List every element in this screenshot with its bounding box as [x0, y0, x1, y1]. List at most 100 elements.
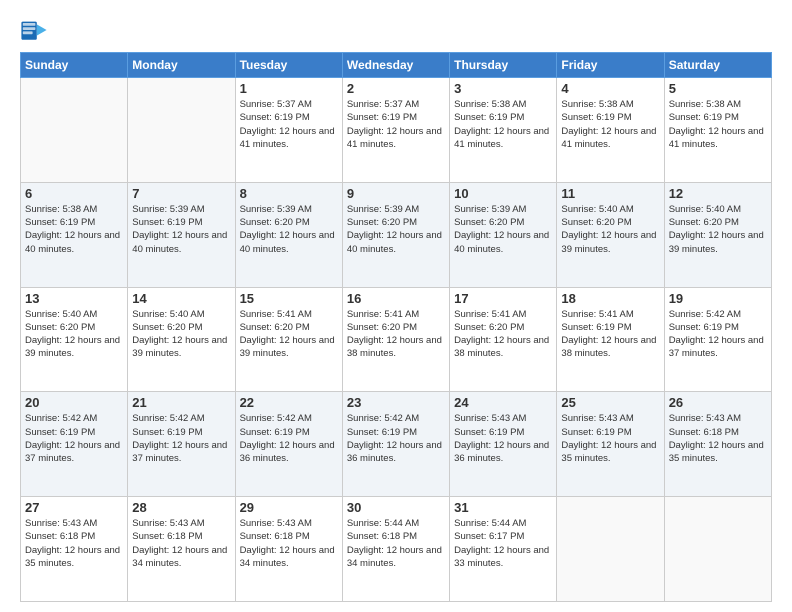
day-number: 14 — [132, 291, 230, 306]
calendar-cell: 8Sunrise: 5:39 AM Sunset: 6:20 PM Daylig… — [235, 182, 342, 287]
calendar-week-row: 1 Sunrise: 5:37 AM Sunset: 6:19 PM Daylig… — [21, 78, 772, 183]
calendar-cell: 16 Sunrise: 5:41 AM Sunset: 6:20 PM Dayli… — [342, 287, 449, 392]
day-number: 21 — [132, 395, 230, 410]
day-info: Sunrise: 5:43 AM Sunset: 6:18 PM Dayligh… — [240, 517, 338, 570]
day-number: 30 — [347, 500, 445, 515]
day-info: Sunrise: 5:42 AM Sunset: 6:19 PM Dayligh… — [669, 308, 767, 361]
calendar-cell: 1 Sunrise: 5:37 AM Sunset: 6:19 PM Daylig… — [235, 78, 342, 183]
day-number: 15 — [240, 291, 338, 306]
calendar-cell: 7 Sunrise: 5:39 AM Sunset: 6:19 PM Daylig… — [128, 182, 235, 287]
day-number: 13 — [25, 291, 123, 306]
day-info: Sunrise: 5:43 AM Sunset: 6:18 PM Dayligh… — [25, 517, 123, 570]
logo-icon — [20, 16, 48, 44]
day-number: 8 — [240, 186, 338, 201]
day-info: Sunrise: 5:44 AM Sunset: 6:18 PM Dayligh… — [347, 517, 445, 570]
day-number: 29 — [240, 500, 338, 515]
day-number: 2 — [347, 81, 445, 96]
day-number: 26 — [669, 395, 767, 410]
calendar-cell: 23Sunrise: 5:42 AM Sunset: 6:19 PM Dayli… — [342, 392, 449, 497]
calendar-cell: 20Sunrise: 5:42 AM Sunset: 6:19 PM Dayli… — [21, 392, 128, 497]
calendar-cell: 10 Sunrise: 5:39 AM Sunset: 6:20 PM Dayli… — [450, 182, 557, 287]
day-info: Sunrise: 5:37 AM Sunset: 6:19 PM Dayligh… — [240, 98, 338, 151]
calendar-cell: 26Sunrise: 5:43 AM Sunset: 6:18 PM Dayli… — [664, 392, 771, 497]
calendar-cell: 18 Sunrise: 5:41 AM Sunset: 6:19 PM Dayli… — [557, 287, 664, 392]
day-info: Sunrise: 5:38 AM Sunset: 6:19 PM Dayligh… — [561, 98, 659, 151]
day-number: 1 — [240, 81, 338, 96]
day-number: 17 — [454, 291, 552, 306]
calendar-week-row: 27 Sunrise: 5:43 AM Sunset: 6:18 PM Dayli… — [21, 497, 772, 602]
day-info: Sunrise: 5:39 AM Sunset: 6:20 PM Dayligh… — [347, 203, 445, 256]
col-header-wednesday: Wednesday — [342, 53, 449, 78]
calendar-cell — [21, 78, 128, 183]
calendar-cell: 17Sunrise: 5:41 AM Sunset: 6:20 PM Dayli… — [450, 287, 557, 392]
day-info: Sunrise: 5:42 AM Sunset: 6:19 PM Dayligh… — [25, 412, 123, 465]
day-info: Sunrise: 5:39 AM Sunset: 6:20 PM Dayligh… — [454, 203, 552, 256]
calendar-cell: 5 Sunrise: 5:38 AM Sunset: 6:19 PM Daylig… — [664, 78, 771, 183]
day-info: Sunrise: 5:38 AM Sunset: 6:19 PM Dayligh… — [25, 203, 123, 256]
day-number: 25 — [561, 395, 659, 410]
day-number: 11 — [561, 186, 659, 201]
day-number: 22 — [240, 395, 338, 410]
day-number: 12 — [669, 186, 767, 201]
calendar-cell: 12 Sunrise: 5:40 AM Sunset: 6:20 PM Dayli… — [664, 182, 771, 287]
page: SundayMondayTuesdayWednesdayThursdayFrid… — [0, 0, 792, 612]
calendar-header-row: SundayMondayTuesdayWednesdayThursdayFrid… — [21, 53, 772, 78]
col-header-saturday: Saturday — [664, 53, 771, 78]
calendar-cell — [128, 78, 235, 183]
day-number: 6 — [25, 186, 123, 201]
day-info: Sunrise: 5:42 AM Sunset: 6:19 PM Dayligh… — [132, 412, 230, 465]
calendar-cell — [557, 497, 664, 602]
calendar-cell: 27 Sunrise: 5:43 AM Sunset: 6:18 PM Dayli… — [21, 497, 128, 602]
calendar-table: SundayMondayTuesdayWednesdayThursdayFrid… — [20, 52, 772, 602]
calendar-cell: 28 Sunrise: 5:43 AM Sunset: 6:18 PM Dayli… — [128, 497, 235, 602]
day-number: 18 — [561, 291, 659, 306]
calendar-cell: 2Sunrise: 5:37 AM Sunset: 6:19 PM Daylig… — [342, 78, 449, 183]
calendar-week-row: 6 Sunrise: 5:38 AM Sunset: 6:19 PM Daylig… — [21, 182, 772, 287]
day-info: Sunrise: 5:40 AM Sunset: 6:20 PM Dayligh… — [132, 308, 230, 361]
col-header-thursday: Thursday — [450, 53, 557, 78]
day-info: Sunrise: 5:40 AM Sunset: 6:20 PM Dayligh… — [669, 203, 767, 256]
col-header-monday: Monday — [128, 53, 235, 78]
day-number: 7 — [132, 186, 230, 201]
col-header-tuesday: Tuesday — [235, 53, 342, 78]
day-info: Sunrise: 5:39 AM Sunset: 6:19 PM Dayligh… — [132, 203, 230, 256]
day-info: Sunrise: 5:44 AM Sunset: 6:17 PM Dayligh… — [454, 517, 552, 570]
calendar-cell: 29 Sunrise: 5:43 AM Sunset: 6:18 PM Dayli… — [235, 497, 342, 602]
calendar-cell: 3 Sunrise: 5:38 AM Sunset: 6:19 PM Daylig… — [450, 78, 557, 183]
day-number: 10 — [454, 186, 552, 201]
day-number: 9 — [347, 186, 445, 201]
day-info: Sunrise: 5:43 AM Sunset: 6:19 PM Dayligh… — [561, 412, 659, 465]
day-info: Sunrise: 5:40 AM Sunset: 6:20 PM Dayligh… — [25, 308, 123, 361]
calendar-cell: 15 Sunrise: 5:41 AM Sunset: 6:20 PM Dayli… — [235, 287, 342, 392]
day-info: Sunrise: 5:41 AM Sunset: 6:20 PM Dayligh… — [347, 308, 445, 361]
calendar-cell: 24 Sunrise: 5:43 AM Sunset: 6:19 PM Dayli… — [450, 392, 557, 497]
day-number: 19 — [669, 291, 767, 306]
day-info: Sunrise: 5:42 AM Sunset: 6:19 PM Dayligh… — [240, 412, 338, 465]
day-info: Sunrise: 5:41 AM Sunset: 6:19 PM Dayligh… — [561, 308, 659, 361]
day-number: 28 — [132, 500, 230, 515]
calendar-week-row: 20Sunrise: 5:42 AM Sunset: 6:19 PM Dayli… — [21, 392, 772, 497]
day-info: Sunrise: 5:43 AM Sunset: 6:18 PM Dayligh… — [132, 517, 230, 570]
day-info: Sunrise: 5:42 AM Sunset: 6:19 PM Dayligh… — [347, 412, 445, 465]
day-number: 4 — [561, 81, 659, 96]
calendar-cell: 21 Sunrise: 5:42 AM Sunset: 6:19 PM Dayli… — [128, 392, 235, 497]
day-number: 5 — [669, 81, 767, 96]
day-info: Sunrise: 5:38 AM Sunset: 6:19 PM Dayligh… — [454, 98, 552, 151]
calendar-cell: 30 Sunrise: 5:44 AM Sunset: 6:18 PM Dayli… — [342, 497, 449, 602]
day-number: 3 — [454, 81, 552, 96]
day-number: 24 — [454, 395, 552, 410]
calendar-cell: 14 Sunrise: 5:40 AM Sunset: 6:20 PM Dayli… — [128, 287, 235, 392]
calendar-cell: 4 Sunrise: 5:38 AM Sunset: 6:19 PM Daylig… — [557, 78, 664, 183]
day-number: 31 — [454, 500, 552, 515]
calendar-week-row: 13 Sunrise: 5:40 AM Sunset: 6:20 PM Dayli… — [21, 287, 772, 392]
day-number: 27 — [25, 500, 123, 515]
day-info: Sunrise: 5:43 AM Sunset: 6:19 PM Dayligh… — [454, 412, 552, 465]
calendar-cell: 22 Sunrise: 5:42 AM Sunset: 6:19 PM Dayli… — [235, 392, 342, 497]
day-number: 16 — [347, 291, 445, 306]
calendar-cell: 6 Sunrise: 5:38 AM Sunset: 6:19 PM Daylig… — [21, 182, 128, 287]
day-info: Sunrise: 5:41 AM Sunset: 6:20 PM Dayligh… — [240, 308, 338, 361]
col-header-friday: Friday — [557, 53, 664, 78]
calendar-cell — [664, 497, 771, 602]
calendar-cell: 25 Sunrise: 5:43 AM Sunset: 6:19 PM Dayli… — [557, 392, 664, 497]
day-info: Sunrise: 5:38 AM Sunset: 6:19 PM Dayligh… — [669, 98, 767, 151]
